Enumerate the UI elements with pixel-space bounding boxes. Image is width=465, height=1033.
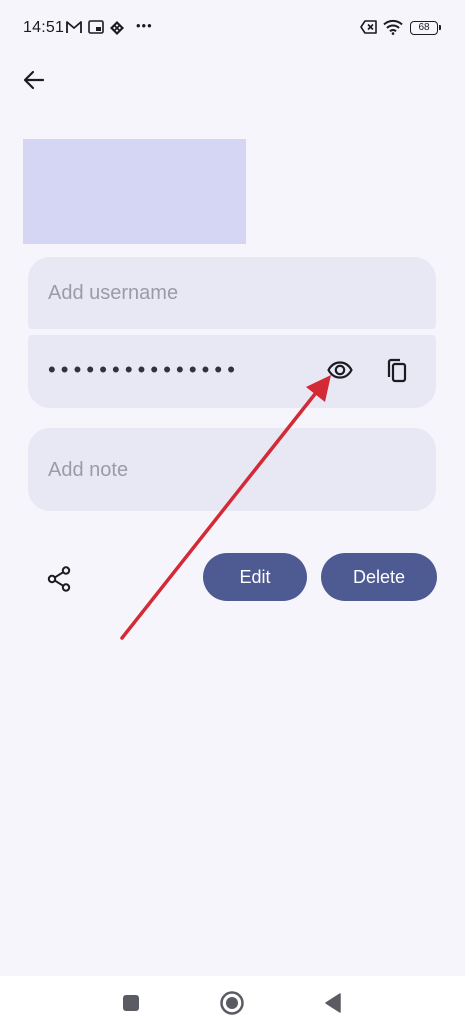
password-value: ••••••••••••••• [48,357,241,382]
edit-button[interactable]: Edit [203,553,307,601]
username-placeholder: Add username [48,282,179,304]
username-field[interactable]: Add username [28,257,436,329]
password-field[interactable]: ••••••••••••••• [28,335,436,408]
share-button[interactable] [39,561,79,601]
delete-button[interactable]: Delete [321,553,437,601]
status-bar: 14:51 ••• 68 [0,0,465,58]
recents-button[interactable] [116,990,146,1020]
system-nav-bar [0,976,465,1033]
no-sim-icon [360,20,378,39]
share-icon [47,565,71,597]
note-placeholder: Add note [48,459,129,481]
status-time: 14:51 [23,19,65,36]
home-button[interactable] [217,990,247,1020]
wifi-icon [383,19,403,40]
eye-icon [327,360,353,384]
site-logo [23,139,246,244]
show-password-button[interactable] [320,352,360,392]
cast-icon [88,20,104,39]
copy-password-button[interactable] [376,352,416,392]
back-button[interactable] [14,62,54,102]
app-icon [109,20,125,41]
note-field[interactable]: Add note [28,428,436,511]
battery-icon: 68 [410,21,441,35]
more-icon: ••• [136,18,153,33]
gmail-icon [66,20,82,39]
square-icon [122,994,140,1017]
circle-icon [219,990,245,1021]
triangle-left-icon [324,992,342,1018]
copy-icon [385,357,407,388]
back-triangle-button[interactable] [318,990,348,1020]
arrow-left-icon [23,70,45,95]
